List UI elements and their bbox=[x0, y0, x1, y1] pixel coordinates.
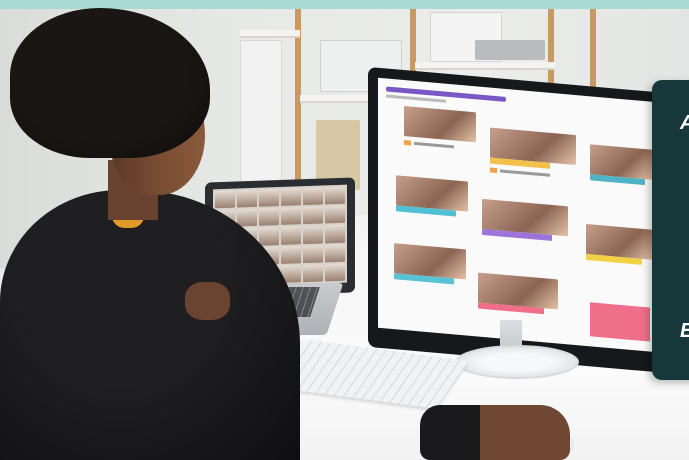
list-line bbox=[414, 141, 454, 149]
shelf-board bbox=[240, 30, 300, 38]
list-bullet bbox=[404, 140, 411, 146]
person-hand-right bbox=[420, 405, 570, 460]
overlay-card-text-top: A bbox=[680, 112, 689, 135]
list-line bbox=[500, 169, 550, 177]
overlay-card-text-bottom: E bbox=[680, 320, 689, 343]
monitor-screen bbox=[378, 77, 658, 353]
course-title-bar bbox=[386, 86, 506, 102]
overlay-card: A E bbox=[652, 80, 689, 380]
storage-box bbox=[475, 40, 545, 60]
shelf-board bbox=[415, 62, 555, 70]
monitor-base bbox=[455, 345, 579, 379]
storage-box bbox=[240, 40, 282, 182]
highlight-block bbox=[590, 302, 650, 342]
person-hand-left bbox=[185, 282, 230, 320]
list-bullet bbox=[490, 167, 497, 174]
shelf-post bbox=[590, 9, 596, 89]
photo-scene: A E bbox=[0, 0, 689, 460]
course-thumbnail bbox=[404, 106, 476, 143]
